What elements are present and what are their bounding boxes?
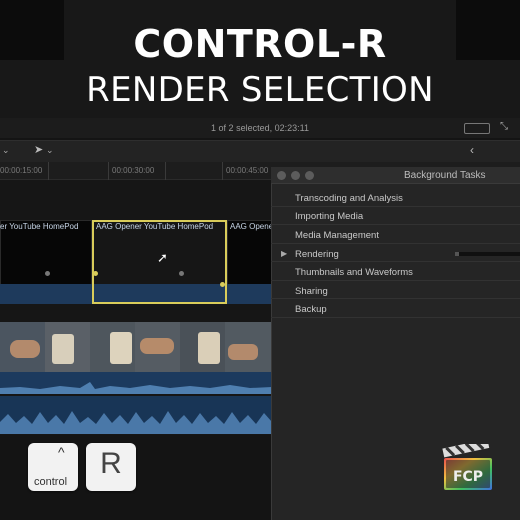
minimize-window-button[interactable] <box>291 171 300 180</box>
clip-appearance-button[interactable] <box>464 123 490 134</box>
clip-label: AAG Opener YouTube HomePod <box>96 222 214 231</box>
background-tasks-title: Background Tasks <box>404 170 486 181</box>
timeline-toolbar <box>0 140 520 162</box>
effects-icon[interactable]: ⤡ <box>500 121 508 135</box>
task-label: Thumbnails and Waveforms <box>295 267 413 278</box>
primary-video-clip[interactable] <box>0 322 272 372</box>
clip-label: er YouTube HomePod <box>0 222 79 231</box>
r-key-label: R <box>100 447 122 480</box>
video-thumbnail <box>228 344 258 360</box>
ruler-tick-label: 00:00:45:00 <box>226 166 269 175</box>
logo-text: FCP <box>453 469 483 485</box>
ruler-tick-line <box>165 162 166 180</box>
chevron-left-icon[interactable]: ‹ <box>470 143 474 157</box>
chevron-down-icon[interactable]: ⌄ <box>2 145 10 156</box>
disclosure-triangle-icon[interactable]: ▶ <box>281 249 287 258</box>
zoom-window-button[interactable] <box>305 171 314 180</box>
ruler-tick-label: 00:00:15:00 <box>0 166 43 175</box>
video-thumbnail <box>198 332 220 364</box>
waveform-graphic <box>0 382 272 394</box>
progress-fill <box>455 252 459 256</box>
clip-keyframe-dot <box>45 271 50 276</box>
control-key-label: control <box>34 476 68 488</box>
overlay-title: CONTROL-R <box>133 22 387 66</box>
clip-keyframe-dot <box>220 282 225 287</box>
selection-status: 1 of 2 selected, 02:23:11 <box>211 123 309 133</box>
clip-label: AAG Opene <box>230 222 274 231</box>
clip-audio-bar <box>227 284 272 304</box>
control-caret-icon: ^ <box>58 444 65 460</box>
task-label: Importing Media <box>295 211 364 222</box>
ruler-tick-line <box>222 162 223 180</box>
ruler-tick-label: 00:00:30:00 <box>112 166 155 175</box>
task-label: Rendering <box>295 249 339 260</box>
waveform-graphic <box>0 411 272 434</box>
task-label: Backup <box>295 304 327 315</box>
task-label: Sharing <box>295 286 328 297</box>
clip-keyframe-dot <box>179 271 184 276</box>
select-arrow-icon[interactable]: ➤ <box>34 143 43 156</box>
video-thumbnail <box>10 340 40 358</box>
final-cut-pro-logo-icon: FCP <box>442 444 492 490</box>
ruler-tick-line <box>108 162 109 180</box>
ruler-tick-line <box>48 162 49 180</box>
mouse-pointer-icon: ➚ <box>157 250 168 265</box>
overlay-subtitle: RENDER SELECTION <box>86 70 434 110</box>
clip-keyframe-dot <box>93 271 98 276</box>
rendering-progress-bar <box>455 252 520 256</box>
tool-dropdown-icon[interactable]: ⌄ <box>46 145 54 156</box>
video-thumbnail <box>110 332 132 364</box>
video-thumbnail <box>140 338 174 354</box>
task-label: Media Management <box>295 230 379 241</box>
video-thumbnail <box>52 334 74 364</box>
task-label: Transcoding and Analysis <box>295 193 403 204</box>
close-window-button[interactable] <box>277 171 286 180</box>
clip-audio-bar <box>0 284 92 304</box>
